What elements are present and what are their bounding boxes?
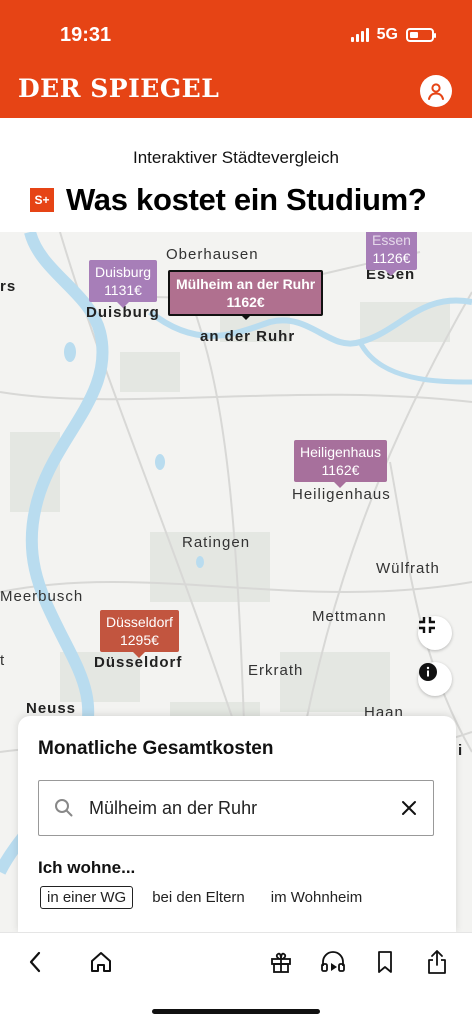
marker-duesseldorf[interactable]: Düsseldorf 1295€ bbox=[100, 610, 179, 658]
option-wg[interactable]: in einer WG bbox=[40, 886, 134, 909]
marker-essen-price: 1126€ bbox=[372, 250, 411, 266]
gift-icon[interactable] bbox=[266, 947, 296, 977]
collapse-icon[interactable] bbox=[418, 616, 452, 650]
brand-logo[interactable]: DER SPIEGEL bbox=[18, 74, 219, 103]
city-label-fragment-i: i bbox=[458, 742, 464, 759]
back-icon[interactable] bbox=[20, 947, 50, 977]
home-indicator[interactable] bbox=[152, 1009, 320, 1014]
city-search[interactable] bbox=[38, 780, 434, 836]
marker-essen[interactable]: Essen 1126€ bbox=[366, 232, 417, 276]
audio-icon[interactable] bbox=[318, 947, 348, 977]
city-label-ratingen: Ratingen bbox=[182, 534, 251, 551]
marker-heiligenhaus-name: Heiligenhaus bbox=[300, 444, 381, 460]
city-label-meerbusch: Meerbusch bbox=[0, 588, 84, 605]
city-label-wuelfrath: Wülfrath bbox=[376, 560, 440, 577]
cost-panel: Monatliche Gesamtkosten Ich wohne... in … bbox=[18, 716, 456, 932]
clear-icon[interactable] bbox=[385, 800, 433, 816]
marker-muelheim-name: Mülheim an der Ruhr bbox=[176, 276, 316, 292]
share-icon[interactable] bbox=[422, 947, 452, 977]
status-time: 19:31 bbox=[60, 24, 112, 46]
city-label-neuss: Neuss bbox=[26, 700, 77, 717]
signal-icon bbox=[350, 28, 369, 42]
splus-badge: S+ bbox=[30, 188, 54, 212]
bookmark-icon[interactable] bbox=[370, 947, 400, 977]
marker-heiligenhaus[interactable]: Heiligenhaus 1162€ bbox=[294, 440, 387, 488]
home-icon[interactable] bbox=[86, 947, 116, 977]
city-label-oberhausen: Oberhausen bbox=[166, 246, 259, 263]
city-label-fragment-t: t bbox=[0, 652, 6, 669]
marker-muelheim[interactable]: Mülheim an der Ruhr 1162€ bbox=[168, 270, 324, 320]
header: 19:31 5G DER SPIEGEL bbox=[0, 0, 472, 118]
marker-duesseldorf-price: 1295€ bbox=[119, 632, 159, 648]
option-wohnheim[interactable]: im Wohnheim bbox=[264, 886, 369, 909]
city-label-erkrath: Erkrath bbox=[248, 662, 304, 679]
living-options: in einer WG bei den Eltern im Wohnheim bbox=[40, 886, 369, 909]
marker-duesseldorf-name: Düsseldorf bbox=[106, 614, 173, 630]
user-icon[interactable] bbox=[420, 75, 452, 107]
city-label-mettmann: Mettmann bbox=[312, 608, 387, 625]
city-label-muelheim: an der Ruhr bbox=[200, 328, 296, 345]
marker-heiligenhaus-price: 1162€ bbox=[321, 462, 360, 478]
city-label-heiligenhaus: Heiligenhaus bbox=[292, 486, 391, 503]
article-kicker: Interaktiver Städtevergleich bbox=[133, 148, 339, 167]
article-title: Was kostet ein Studium? bbox=[66, 182, 427, 217]
living-label: Ich wohne... bbox=[38, 858, 136, 877]
status-indicators: 5G bbox=[350, 26, 436, 44]
info-icon[interactable] bbox=[418, 662, 452, 696]
marker-duisburg-name: Duisburg bbox=[95, 264, 152, 280]
battery-icon bbox=[406, 28, 436, 42]
search-icon bbox=[39, 798, 89, 818]
search-input[interactable] bbox=[89, 797, 385, 819]
panel-title: Monatliche Gesamtkosten bbox=[38, 738, 274, 759]
option-eltern[interactable]: bei den Eltern bbox=[145, 886, 252, 909]
network-label: 5G bbox=[376, 26, 398, 43]
marker-duisburg[interactable]: Duisburg 1131€ bbox=[89, 260, 158, 308]
marker-essen-name: Essen bbox=[372, 232, 411, 248]
title-row: S+ Was kostet ein Studium? bbox=[30, 182, 427, 218]
app-root: 19:31 5G DER SPIEGEL Interaktiver Städte… bbox=[0, 0, 472, 1024]
marker-muelheim-price: 1162€ bbox=[226, 294, 265, 310]
marker-duisburg-price: 1131€ bbox=[104, 282, 142, 298]
city-label-fragment-left: rs bbox=[0, 278, 17, 295]
